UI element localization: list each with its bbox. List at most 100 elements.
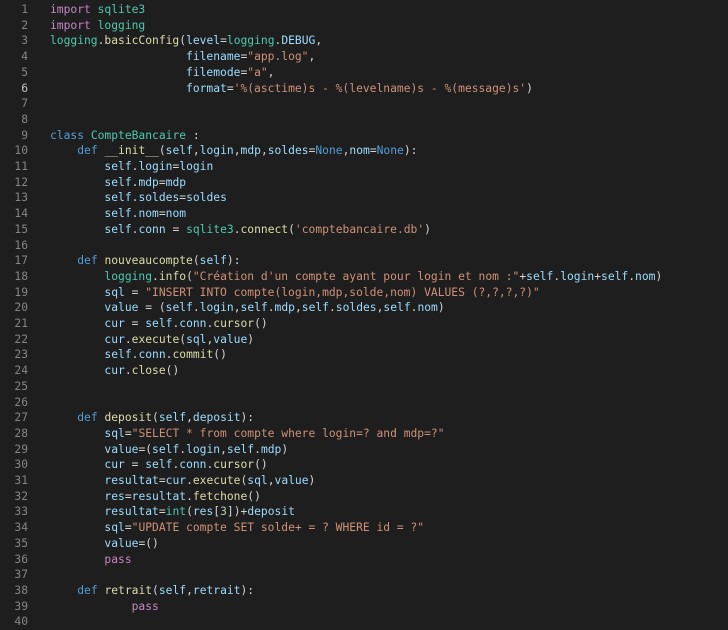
code-line[interactable]: 9 class CompteBancaire : xyxy=(0,128,728,144)
code-token: self xyxy=(226,442,255,456)
code-line[interactable]: 37 xyxy=(0,567,728,583)
code-token: basicConfig xyxy=(104,34,180,48)
code-line[interactable]: 13 self.soldes=soldes xyxy=(0,190,728,206)
code-line[interactable]: 30 cur = self.conn.cursor() xyxy=(0,457,728,473)
code-line[interactable]: 19 sql = "INSERT INTO compte(login,mdp,s… xyxy=(0,285,728,301)
code-token: , xyxy=(233,301,241,315)
code-line[interactable]: 38 def retrait(self,retrait): xyxy=(0,583,728,599)
code-line[interactable]: 32 res=resultat.fetchone() xyxy=(0,489,728,505)
code-text: filename="app.log", xyxy=(50,49,315,65)
code-token: "UPDATE compte SET solde+ = ? WHERE id =… xyxy=(131,521,425,535)
code-line[interactable]: 5 filemode="a", xyxy=(0,65,728,81)
code-line[interactable]: 12 self.mdp=mdp xyxy=(0,175,728,191)
code-line[interactable]: 39 pass xyxy=(0,599,728,615)
code-token: "Création d'un compte ayant pour login e… xyxy=(192,269,520,283)
code-line[interactable]: 35 value=() xyxy=(0,536,728,552)
code-text: def nouveaucompte(self): xyxy=(50,253,240,269)
code-text: import logging xyxy=(50,18,145,34)
code-token: DEBUG xyxy=(281,34,316,48)
code-token: . xyxy=(192,301,200,315)
code-token: = xyxy=(158,474,166,487)
code-line[interactable]: 14 self.nom=nom xyxy=(0,206,728,222)
code-line[interactable]: 23 self.conn.commit() xyxy=(0,347,728,363)
code-line[interactable]: 24 cur.close() xyxy=(0,363,728,379)
code-line[interactable]: 33 resultat=int(res[3])+deposit xyxy=(0,504,728,520)
code-token: sql xyxy=(186,332,207,346)
code-token: 'comptebancaire.db' xyxy=(294,222,425,236)
line-number: 2 xyxy=(21,18,28,32)
code-editor[interactable]: 1 import sqlite3 2 import logging 3 logging.b… xyxy=(0,0,728,630)
line-number: 12 xyxy=(14,175,28,189)
code-line[interactable]: 2 import logging xyxy=(0,18,728,34)
code-token: sql xyxy=(104,285,125,299)
code-token: value xyxy=(274,474,309,487)
code-token: , xyxy=(267,474,275,487)
code-line[interactable]: 34 sql="UPDATE compte SET solde+ = ? WHE… xyxy=(0,520,728,536)
code-line[interactable]: 6 format='%(asctime)s - %(levelname)s - … xyxy=(0,81,728,97)
code-line[interactable]: 4 filename="app.log", xyxy=(0,49,728,65)
code-token: ) xyxy=(526,81,533,95)
code-token: int xyxy=(165,505,187,519)
code-line[interactable]: 20 value = (self.login,self.mdp,self.sol… xyxy=(0,300,728,316)
code-token: ): xyxy=(240,583,255,597)
code-line[interactable]: 15 self.conn = sqlite3.connect('compteba… xyxy=(0,222,728,238)
code-line[interactable]: 7 xyxy=(0,96,728,112)
code-line[interactable]: 36 pass xyxy=(0,552,728,568)
line-number: 35 xyxy=(14,536,28,550)
code-text: self.conn.commit() xyxy=(50,347,226,363)
code-line[interactable]: 22 cur.execute(sql,value) xyxy=(0,332,728,348)
code-line[interactable]: 11 self.login=login xyxy=(0,159,728,175)
code-line[interactable]: 16 xyxy=(0,238,728,254)
code-line[interactable]: 17 def nouveaucompte(self): xyxy=(0,253,728,269)
code-text: resultat=cur.execute(sql,value) xyxy=(50,473,315,489)
code-token: cursor xyxy=(213,317,255,330)
code-token: , xyxy=(186,583,193,597)
line-number: 36 xyxy=(14,552,28,566)
code-token: logging xyxy=(97,18,146,32)
code-line[interactable]: 8 xyxy=(0,112,728,128)
code-line[interactable]: 10 def __init__(self,login,mdp,soldes=No… xyxy=(0,143,728,159)
code-line[interactable]: 1 import sqlite3 xyxy=(0,2,728,18)
line-number: 4 xyxy=(21,50,28,64)
code-line[interactable]: 28 sql="SELECT * from compte where login… xyxy=(0,426,728,442)
line-number: 13 xyxy=(14,191,28,205)
code-line[interactable]: 29 value=(self.login,self.mdp) xyxy=(0,442,728,458)
code-token: cur xyxy=(104,317,125,330)
code-token: self xyxy=(145,458,173,472)
code-token: soldes xyxy=(138,191,180,205)
code-line[interactable]: 40 xyxy=(0,614,728,630)
code-text: self.mdp=mdp xyxy=(50,175,186,191)
code-token: . xyxy=(152,269,159,283)
code-token: ) xyxy=(424,222,431,236)
code-text: format='%(asctime)s - %(levelname)s - %(… xyxy=(50,81,533,97)
code-text: value=(self.login,self.mdp) xyxy=(50,442,288,458)
code-line[interactable]: 31 resultat=cur.execute(sql,value) xyxy=(0,473,728,489)
code-token: logging xyxy=(50,34,98,48)
code-token: ( xyxy=(152,411,159,425)
code-token: "a" xyxy=(247,65,268,79)
line-number: 21 xyxy=(14,317,28,330)
code-line[interactable]: 18 logging.info("Création d'un compte ay… xyxy=(0,269,728,285)
code-token: ])+ xyxy=(226,505,248,519)
line-number: 30 xyxy=(14,458,28,472)
code-line[interactable]: 21 cur = self.conn.cursor() xyxy=(0,316,728,332)
code-token: res xyxy=(104,489,125,503)
code-line[interactable]: 3 logging.basicConfig(level=logging.DEBUG… xyxy=(0,33,728,49)
code-line[interactable]: 27 def deposit(self,deposit): xyxy=(0,410,728,426)
code-token: = xyxy=(124,317,146,330)
line-number: 14 xyxy=(14,207,28,221)
code-token: import xyxy=(50,3,91,16)
code-text: sql="SELECT * from compte where login=? … xyxy=(50,426,444,442)
line-number: 19 xyxy=(14,285,28,299)
code-token: fetchone xyxy=(192,489,248,503)
code-text: logging.basicConfig(level=logging.DEBUG, xyxy=(50,33,322,49)
code-token: , xyxy=(267,65,275,79)
code-line[interactable]: 25 xyxy=(0,379,728,395)
code-line[interactable]: 26 xyxy=(0,395,728,411)
code-token: : xyxy=(186,128,200,142)
line-number: 26 xyxy=(14,395,28,409)
